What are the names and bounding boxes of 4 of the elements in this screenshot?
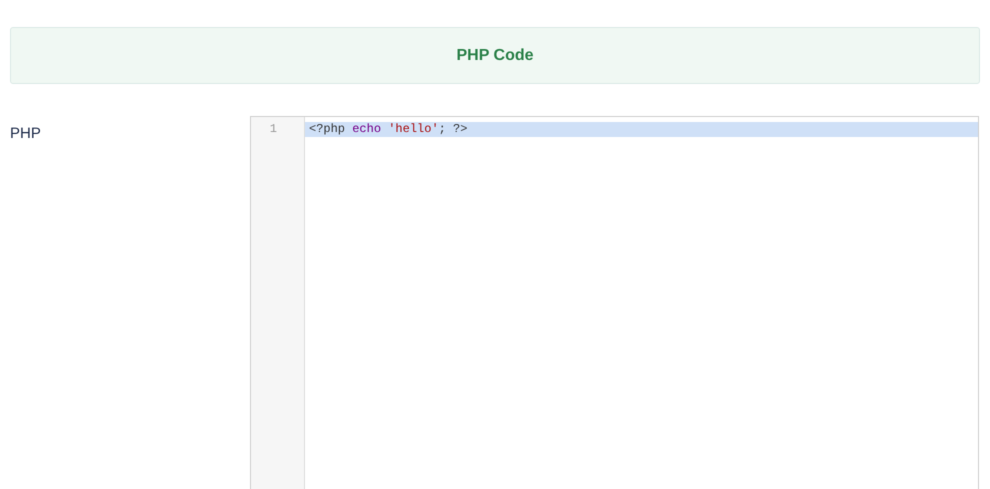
- field-label: PHP: [10, 124, 42, 144]
- line-number: 1: [268, 122, 278, 137]
- code-area[interactable]: <?php echo 'hello'; ?>: [305, 117, 978, 489]
- panel-title: PHP Code: [456, 46, 534, 64]
